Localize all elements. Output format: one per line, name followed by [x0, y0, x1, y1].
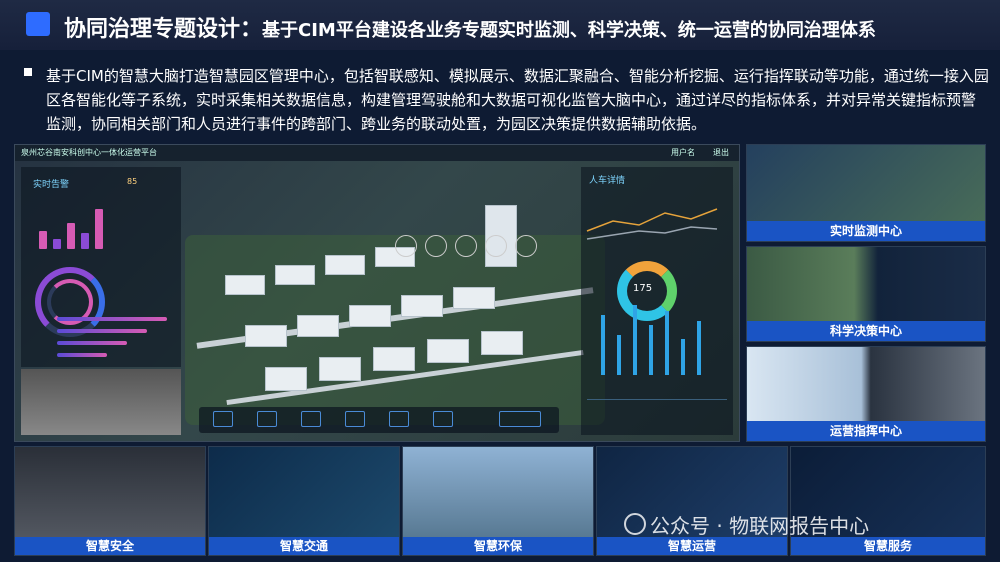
title-bar: 协同治理专题设计：基于CIM平台建设各业务专题实时监测、科学决策、统一运营的协同… [0, 0, 1000, 50]
watermark: 公众号 · 物联网报告中心 [650, 514, 870, 538]
smart-operation-label: 智慧运营 [597, 537, 787, 555]
chart-bar [617, 335, 621, 375]
map-control-icon[interactable] [425, 235, 447, 257]
toolbar-button[interactable] [257, 411, 277, 427]
realtime-monitor-label: 实时监测中心 [747, 221, 985, 241]
smart-environment-panel[interactable]: 智慧环保 [402, 446, 594, 556]
page-subtitle: 基于CIM平台建设各业务专题实时监测、科学决策、统一运营的协同治理体系 [262, 20, 876, 41]
toolbar-button[interactable] [433, 411, 453, 427]
dashboard-user[interactable]: 用户名 [671, 147, 695, 158]
chart-bar [67, 223, 75, 249]
people-vehicle-panel: 人车详情 175 [581, 167, 733, 435]
chart-bar [697, 321, 701, 375]
decision-center-panel[interactable]: 科学决策中心 [746, 246, 986, 342]
progress-bar [57, 317, 167, 321]
dashboard-title: 泉州芯谷南安科创中心一体化运营平台 [21, 148, 157, 157]
command-center-panel[interactable]: 运营指挥中心 [746, 346, 986, 442]
donut-value: 175 [633, 283, 653, 294]
alarm-panel-title: 实时告警 [33, 180, 70, 190]
toolbar-button[interactable] [301, 411, 321, 427]
command-center-label: 运营指挥中心 [747, 421, 985, 441]
chart-bar [81, 233, 89, 249]
smart-traffic-label: 智慧交通 [209, 537, 399, 555]
realtime-monitor-panel[interactable]: 实时监测中心 [746, 144, 986, 242]
smart-service-panel[interactable]: 智慧服务 [790, 446, 986, 556]
page-title: 协同治理专题设计：基于CIM平台建设各业务专题实时监测、科学决策、统一运营的协同… [64, 11, 876, 43]
decision-center-label: 科学决策中心 [747, 321, 985, 341]
dashboard-screenshot: 泉州芯谷南安科创中心一体化运营平台 用户名 退出 实时告警 85 人车详情 17… [14, 144, 740, 442]
chart-bar [39, 231, 47, 249]
chart-bar [665, 311, 669, 375]
smart-environment-label: 智慧环保 [403, 537, 593, 555]
title-square-icon [26, 12, 50, 36]
smart-security-panel[interactable]: 智慧安全 [14, 446, 206, 556]
dashboard-toolbar [199, 407, 559, 433]
chart-bar [649, 325, 653, 375]
alarm-bar-chart [39, 199, 109, 249]
trend-line-chart [586, 208, 718, 240]
wechat-icon [624, 513, 646, 535]
chart-bar [95, 209, 103, 249]
progress-bar [57, 353, 107, 357]
event-table [587, 399, 727, 432]
intro-text: 基于CIM的智慧大脑打造智慧园区管理中心，包括智联感知、模拟展示、数据汇聚融合、… [46, 67, 989, 133]
chart-bar [681, 339, 685, 375]
dashboard-exit[interactable]: 退出 [713, 147, 729, 158]
map-control-icon[interactable] [455, 235, 477, 257]
smart-operation-panel[interactable]: 智慧运营 [596, 446, 788, 556]
progress-bar [57, 329, 147, 333]
people-vehicle-title: 人车详情 [589, 176, 626, 186]
indoor-photo-strip [21, 369, 181, 435]
toolbar-button[interactable] [213, 411, 233, 427]
toolbar-button[interactable] [389, 411, 409, 427]
toolbar-button[interactable] [499, 411, 541, 427]
dashboard-header: 泉州芯谷南安科创中心一体化运营平台 用户名 退出 [15, 145, 739, 161]
chart-bar [601, 315, 605, 375]
map-control-icon[interactable] [395, 235, 417, 257]
campus-3d-model [185, 205, 605, 425]
bullet-icon [24, 68, 32, 76]
chart-bar [633, 305, 637, 375]
map-control-icon[interactable] [515, 235, 537, 257]
smart-service-label: 智慧服务 [791, 537, 985, 555]
alarm-panel: 实时告警 85 [21, 167, 181, 367]
chart-bar [53, 239, 61, 249]
smart-traffic-panel[interactable]: 智慧交通 [208, 446, 400, 556]
toolbar-button[interactable] [345, 411, 365, 427]
smart-security-label: 智慧安全 [15, 537, 205, 555]
alarm-panel-stat: 85 [127, 177, 138, 186]
map-control-icon[interactable] [485, 235, 507, 257]
page-title-main: 协同治理专题设计： [64, 17, 263, 42]
progress-bar [57, 341, 127, 345]
